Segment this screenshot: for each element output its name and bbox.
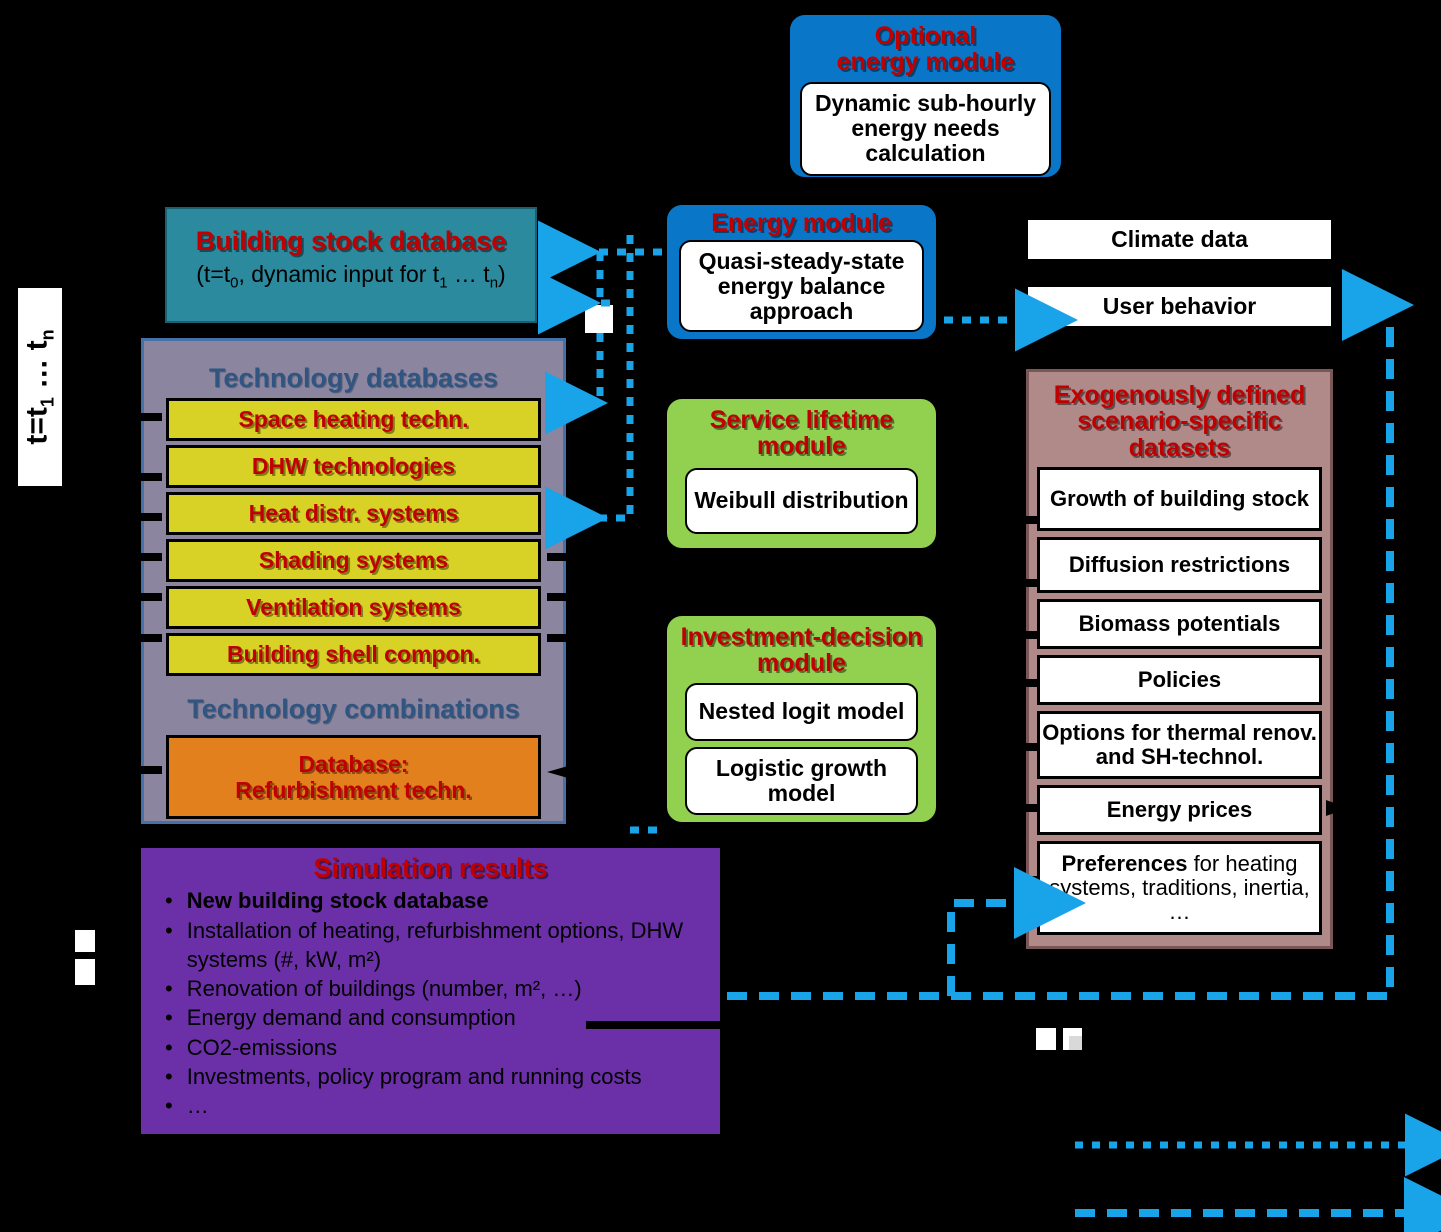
exogenous-title-line2: scenario-specific xyxy=(1077,407,1282,436)
technology-combinations-header: Technology combinations xyxy=(187,694,520,724)
bullet-icon: • xyxy=(165,976,173,1002)
bullet-icon: • xyxy=(165,888,173,914)
simulation-result-text: … xyxy=(186,1093,209,1119)
white-mark-left-lower xyxy=(75,959,95,985)
time-axis-label: t=t1 … tn xyxy=(18,288,62,486)
simulation-result-text: Energy demand and consumption xyxy=(186,1005,516,1031)
technology-item-label: Building shell compon. xyxy=(227,641,480,667)
optional-energy-module-box[interactable]: Optional energy module Dynamic sub-hourl… xyxy=(787,12,1064,180)
exogenous-item-5[interactable]: Energy prices xyxy=(1037,784,1322,835)
energy-module-content: Quasi-steady-state energy balance approa… xyxy=(679,240,924,333)
simulation-result-item: • Energy demand and consumption xyxy=(165,1003,708,1032)
technology-item-label: Space heating techn. xyxy=(238,406,469,432)
exogenous-item-3[interactable]: Policies xyxy=(1037,654,1322,705)
investment-decision-title-line2: module xyxy=(757,649,846,678)
energy-module-title: Energy module xyxy=(711,209,892,237)
exogenous-datasets-list: Growth of building stock Diffusion restri… xyxy=(1029,466,1330,935)
optional-energy-module-title-line1: Optional xyxy=(874,22,977,50)
simulation-results-box[interactable]: Simulation results • New building stock d… xyxy=(139,846,722,1136)
technology-item-3[interactable]: Shading systems xyxy=(166,539,541,582)
climate-data-box[interactable]: Climate data xyxy=(1026,218,1333,261)
refurbishment-database-box[interactable]: Database: Refurbishment techn. xyxy=(166,735,541,819)
bullet-icon: • xyxy=(165,1093,173,1119)
service-lifetime-title-line2: module xyxy=(757,432,846,461)
simulation-result-item: • Investments, policy program and running… xyxy=(165,1062,708,1091)
technology-item-1[interactable]: DHW technologies xyxy=(166,445,541,488)
white-mark-bottom-b-notch xyxy=(1069,1036,1082,1050)
energy-module-box[interactable]: Energy module Quasi-steady-state energy … xyxy=(664,202,939,342)
user-behavior-box[interactable]: User behavior xyxy=(1026,285,1333,328)
technology-item-label: Ventilation systems xyxy=(246,594,461,620)
exogenous-item-label: Preferences for heating systems, traditi… xyxy=(1049,851,1310,924)
building-stock-database-title: Building stock database xyxy=(195,226,507,256)
optional-energy-module-title: Optional energy module xyxy=(790,23,1061,76)
refurbishment-database-line2: Refurbishment techn. xyxy=(235,777,472,803)
logistic-growth-model-box: Logistic growth model xyxy=(685,746,918,815)
exogenous-title-line1: Exogenously defined xyxy=(1053,381,1306,409)
exogenous-title-line3: datasets xyxy=(1128,433,1231,462)
exogenous-item-label: Policies xyxy=(1137,666,1222,692)
technology-item-4[interactable]: Ventilation systems xyxy=(166,586,541,629)
white-mark-left-upper xyxy=(75,930,95,952)
exogenous-item-label: Energy prices xyxy=(1106,796,1253,822)
exogenous-item-6[interactable]: Preferences for heating systems, traditi… xyxy=(1037,840,1322,935)
exogenous-item-4[interactable]: Options for thermal renov. and SH-techno… xyxy=(1037,710,1322,779)
investment-decision-title-line1: Investment-decision xyxy=(680,623,923,651)
technology-item-5[interactable]: Building shell compon. xyxy=(166,633,541,676)
exogenous-item-label: Diffusion restrictions xyxy=(1068,551,1291,577)
simulation-result-item: •… xyxy=(165,1091,708,1120)
service-lifetime-module-box[interactable]: Service lifetime module Weibull distribu… xyxy=(664,396,939,551)
simulation-result-item: • CO2-emissions xyxy=(165,1033,708,1062)
simulation-result-item: • New building stock database xyxy=(165,886,708,915)
exogenous-datasets-panel: Exogenously defined scenario-specific da… xyxy=(1026,369,1333,949)
service-lifetime-module-content: Weibull distribution xyxy=(685,467,918,534)
bullet-icon: • xyxy=(165,1063,173,1089)
optional-energy-module-title-line2: energy module xyxy=(836,48,1015,77)
white-mark-bottom-a xyxy=(1036,1028,1056,1050)
technology-item-0[interactable]: Space heating techn. xyxy=(166,398,541,441)
exogenous-item-1[interactable]: Diffusion restrictions xyxy=(1037,536,1322,593)
building-stock-database-subtitle: (t=t0, dynamic input for t1 … tn) xyxy=(196,261,506,292)
technology-databases-list: Space heating techn. DHW technologies Heat… xyxy=(144,398,563,676)
simulation-result-text: New building stock database xyxy=(186,888,489,914)
exogenous-item-label: Options for thermal renov. and SH-techno… xyxy=(1042,720,1317,769)
bullet-icon: • xyxy=(165,1034,173,1060)
simulation-result-item: • Renovation of buildings (number, m², …) xyxy=(165,974,708,1003)
technology-item-2[interactable]: Heat distr. systems xyxy=(166,492,541,535)
technology-item-label: Shading systems xyxy=(258,547,449,573)
exogenous-item-label: Growth of building stock xyxy=(1049,485,1310,511)
service-lifetime-module-title: Service lifetime module xyxy=(667,407,936,460)
simulation-results-title: Simulation results xyxy=(313,853,548,883)
bullet-icon: • xyxy=(165,1005,173,1031)
exogenous-item-0[interactable]: Growth of building stock xyxy=(1037,466,1322,531)
simulation-result-text: Installation of heating, refurbishment o… xyxy=(186,917,684,972)
simulation-result-item: • Installation of heating, refurbishment … xyxy=(165,916,708,975)
investment-decision-module-box[interactable]: Investment-decision module Nested logit … xyxy=(664,613,939,825)
technology-item-label: Heat distr. systems xyxy=(248,500,459,526)
nested-logit-model-box: Nested logit model xyxy=(685,682,918,741)
investment-decision-module-title: Investment-decision module xyxy=(667,624,936,677)
technology-databases-panel: Technology databases Space heating techn… xyxy=(141,338,566,824)
technology-item-label: DHW technologies xyxy=(251,453,456,479)
exogenous-item-label: Biomass potentials xyxy=(1078,610,1281,636)
time-axis-text: t=t1 … tn xyxy=(21,329,58,445)
building-stock-database-box[interactable]: Building stock database (t=t0, dynamic i… xyxy=(165,207,537,323)
simulation-result-text: CO2-emissions xyxy=(186,1034,338,1060)
arrow-feedback-to-preferences xyxy=(727,867,1086,1000)
white-mark-center-connector xyxy=(585,305,613,333)
simulation-result-text: Renovation of buildings (number, m², …) xyxy=(186,976,582,1002)
simulation-results-list: • New building stock database • Installatio… xyxy=(141,886,720,1120)
service-lifetime-title-line1: Service lifetime xyxy=(709,406,894,434)
exogenous-datasets-title: Exogenously defined scenario-specific da… xyxy=(1029,382,1330,461)
optional-energy-module-content: Dynamic sub-hourly energy needs calculat… xyxy=(800,81,1051,176)
bullet-icon: • xyxy=(165,917,173,943)
refurbishment-database-line1: Database: xyxy=(298,750,409,777)
technology-databases-header: Technology databases xyxy=(208,363,499,393)
exogenous-item-2[interactable]: Biomass potentials xyxy=(1037,598,1322,649)
simulation-result-text: Investments, policy program and running … xyxy=(186,1063,642,1089)
